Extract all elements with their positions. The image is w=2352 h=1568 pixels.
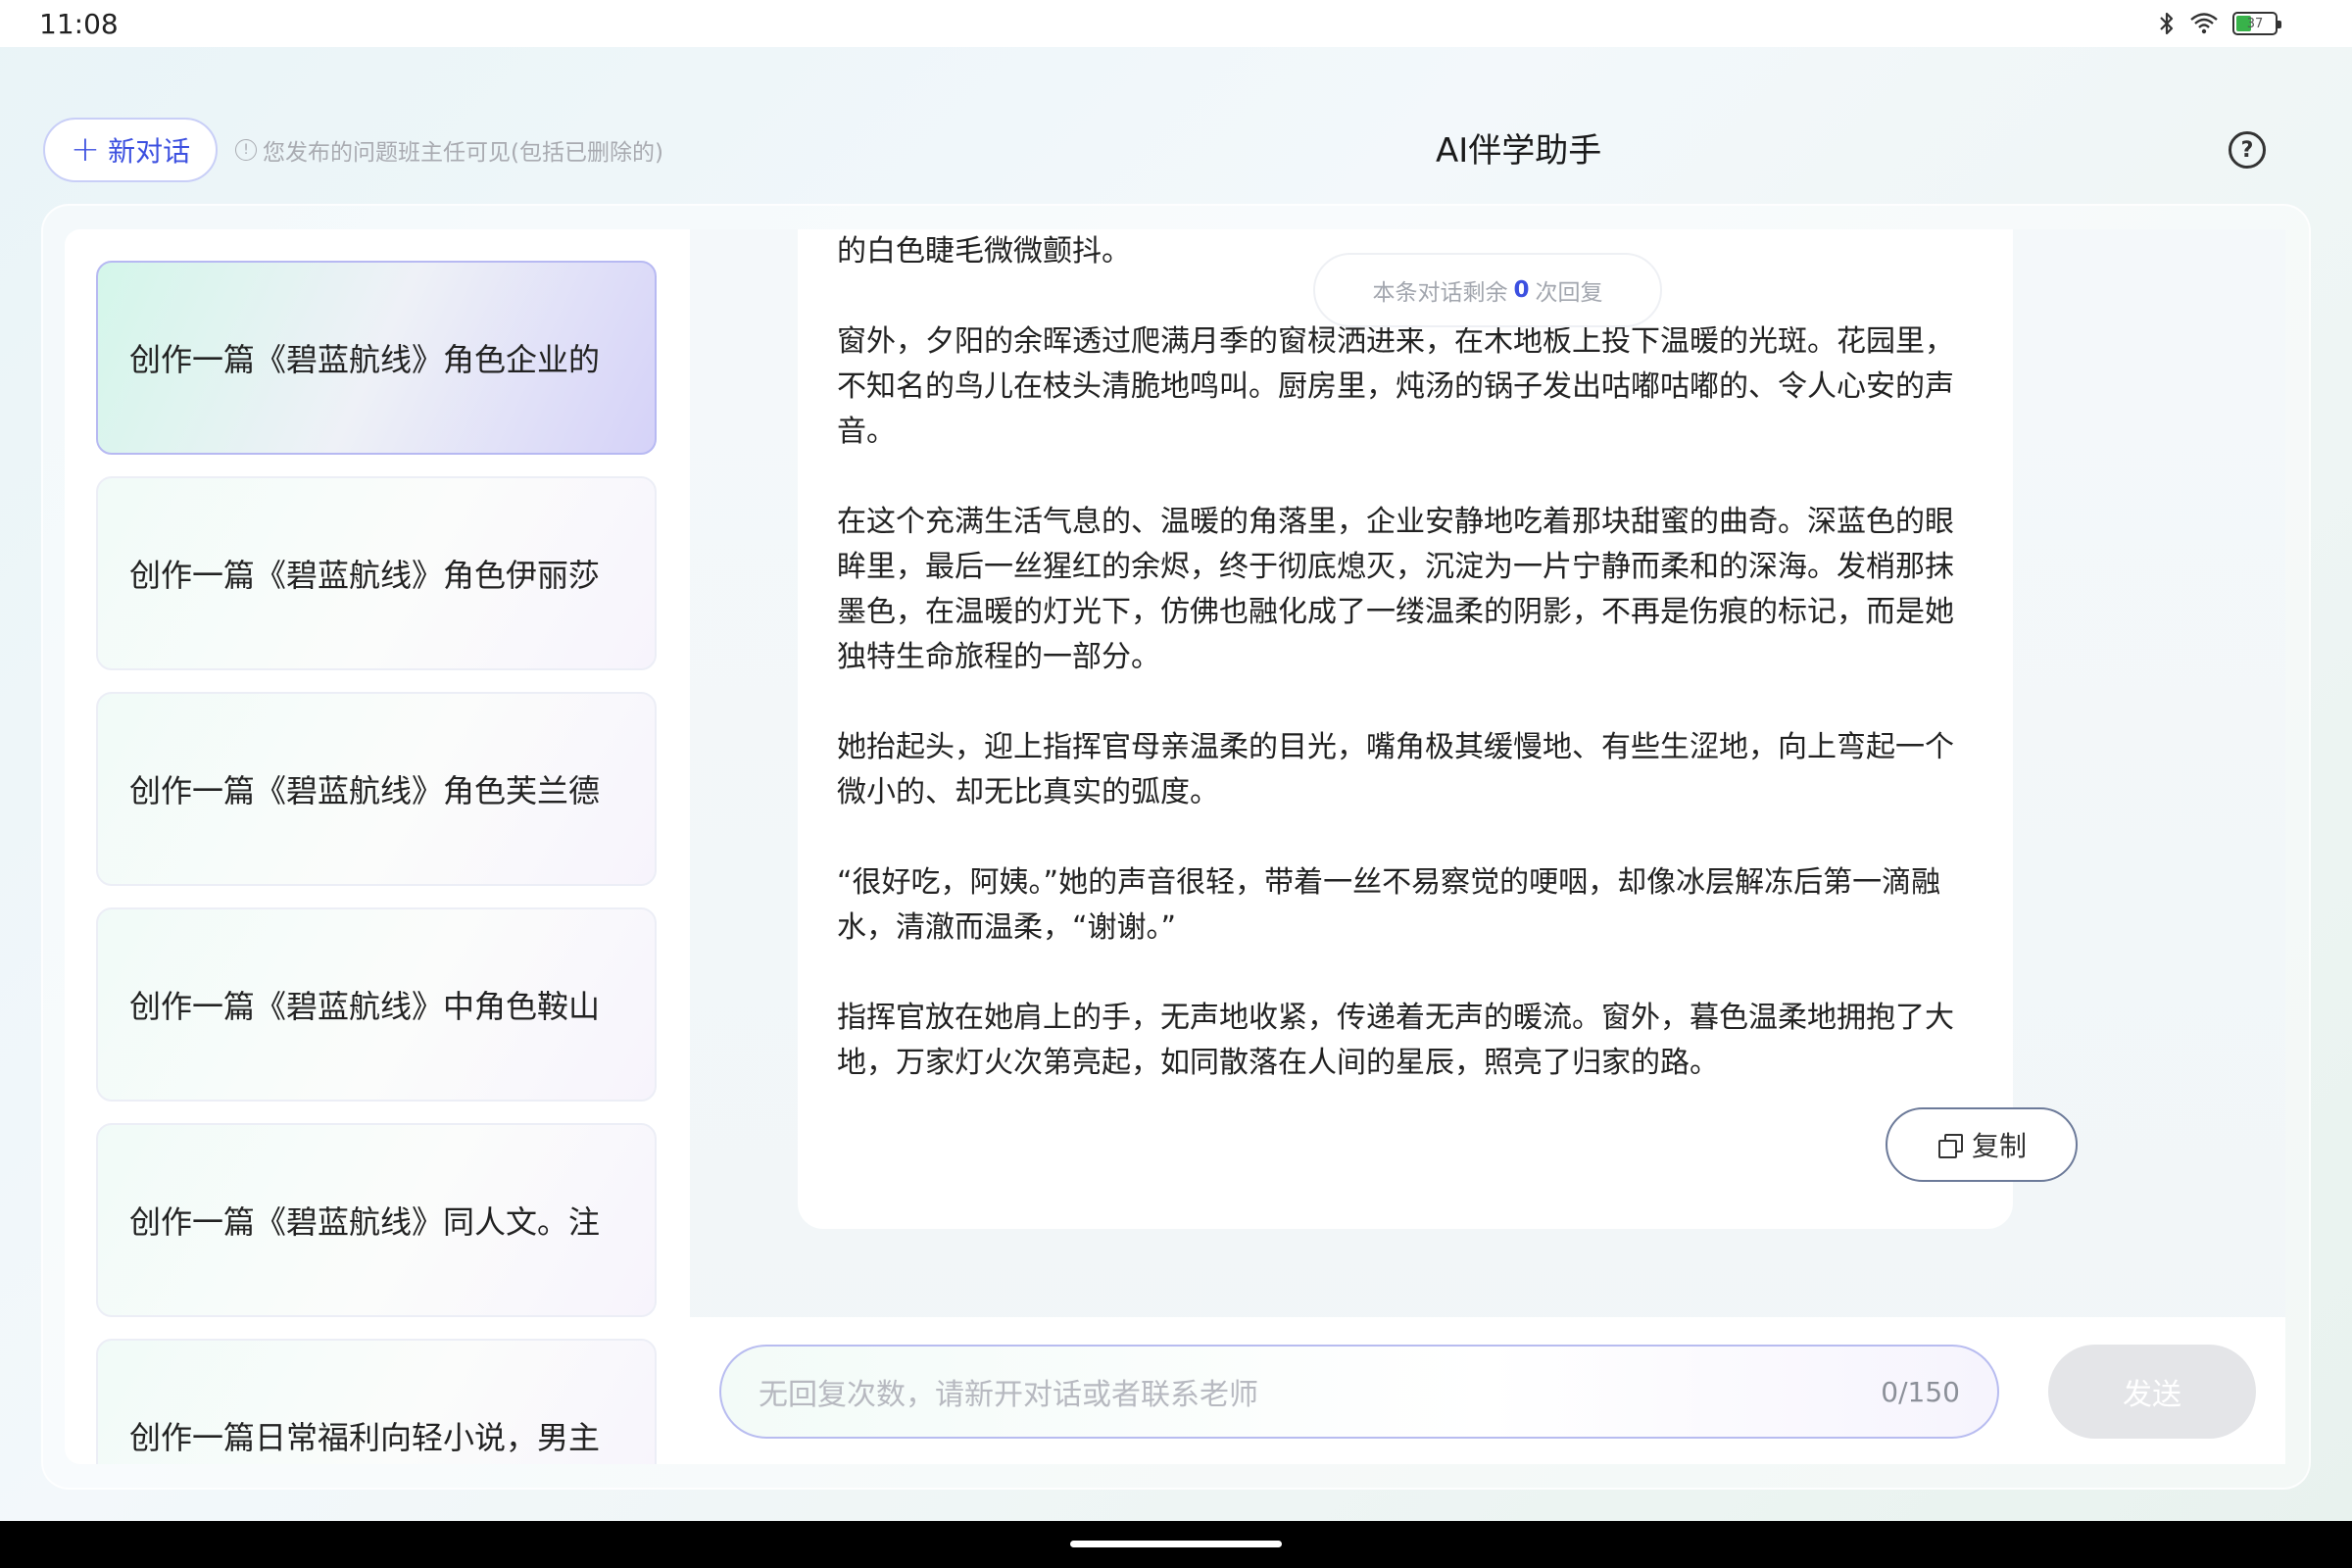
remaining-suffix: 次回复 (1535, 280, 1603, 306)
char-count: 0/150 (1881, 1375, 1960, 1408)
visibility-notice-text: 您发布的问题班主任可见(包括已删除的) (263, 140, 663, 166)
remaining-prefix: 本条对话剩余 (1372, 280, 1508, 306)
conversation-title: 创作一篇《碧蓝航线》角色企业的 (129, 341, 601, 378)
conversation-list: 创作一篇《碧蓝航线》角色企业的 创作一篇《碧蓝航线》角色伊丽莎 创作一篇《碧蓝航… (96, 261, 657, 1464)
wifi-icon (2190, 13, 2218, 34)
copy-icon (1936, 1132, 1963, 1158)
message-paragraph: 窗外，夕阳的余晖透过爬满月季的窗棂洒进来，在木地板上投下温暖的光斑。花园里，不知… (837, 324, 1954, 449)
copy-label: 复制 (1971, 1130, 2027, 1162)
message-paragraph: 指挥官放在她肩上的手，无声地收紧，传递着无声的暖流。窗外，暮色温柔地拥抱了大地，… (837, 1001, 1954, 1080)
battery-icon: 37 (2232, 12, 2281, 35)
page-title: AI伴学助手 (1436, 131, 1602, 171)
status-time: 11:08 (39, 8, 119, 40)
conversation-item[interactable]: 创作一篇《碧蓝航线》角色企业的 (96, 261, 657, 455)
message-paragraph: “很好吃，阿姨。”她的声音很轻，带着一丝不易察觉的哽咽，却像冰层解冻后第一滴融水… (837, 865, 1941, 945)
status-bar: 11:08 37 (0, 0, 2352, 47)
plus-icon: + (70, 129, 101, 170)
help-icon[interactable]: ? (2229, 131, 2266, 169)
conversation-title: 创作一篇《碧蓝航线》角色芙兰德 (129, 772, 601, 809)
conversation-item[interactable]: 创作一篇日常福利向轻小说，男主 (96, 1339, 657, 1464)
home-indicator[interactable] (1070, 1541, 1282, 1547)
conversation-sidebar: 创作一篇《碧蓝航线》角色企业的 创作一篇《碧蓝航线》角色伊丽莎 创作一篇《碧蓝航… (65, 229, 690, 1464)
message-paragraph: 在这个充满生活气息的、温暖的角落里，企业安静地吃着那块甜蜜的曲奇。深蓝色的眼眸里… (837, 505, 1954, 674)
battery-level: 37 (2246, 16, 2264, 31)
message-input[interactable]: 无回复次数，请新开对话或者联系老师 0/150 (719, 1345, 1999, 1439)
new-chat-button[interactable]: + 新对话 (43, 118, 218, 182)
chat-area: 复制 的白色睫毛微微颤抖。 窗外，夕阳的余晖透过爬满月季的窗棂洒进来，在木地板上… (690, 229, 2285, 1464)
input-bar: 无回复次数，请新开对话或者联系老师 0/150 发送 (690, 1317, 2285, 1464)
info-icon: ! (235, 139, 257, 161)
send-button[interactable]: 发送 (2048, 1345, 2256, 1439)
conversation-title: 创作一篇《碧蓝航线》中角色鞍山 (129, 988, 601, 1025)
remaining-replies-badge: 本条对话剩余 0 次回复 (1313, 253, 1662, 327)
message-paragraph: 她抬起头，迎上指挥官母亲温柔的目光，嘴角极其缓慢地、有些生涩地，向上弯起一个微小… (837, 730, 1954, 809)
conversation-title: 创作一篇日常福利向轻小说，男主 (129, 1419, 601, 1456)
conversation-item[interactable]: 创作一篇《碧蓝航线》角色芙兰德 (96, 692, 657, 886)
bluetooth-icon (2160, 12, 2174, 35)
conversation-item[interactable]: 创作一篇《碧蓝航线》角色伊丽莎 (96, 476, 657, 670)
new-chat-label: 新对话 (108, 135, 191, 168)
conversation-title: 创作一篇《碧蓝航线》角色伊丽莎 (129, 557, 601, 594)
remaining-count: 0 (1513, 277, 1530, 303)
conversation-title: 创作一篇《碧蓝航线》同人文。注 (129, 1203, 601, 1241)
visibility-notice: ! 您发布的问题班主任可见(包括已删除的) (235, 133, 663, 167)
ai-message-text: 的白色睫毛微微颤抖。 窗外，夕阳的余晖透过爬满月季的窗棂洒进来，在木地板上投下温… (837, 229, 1974, 1131)
conversation-item[interactable]: 创作一篇《碧蓝航线》中角色鞍山 (96, 907, 657, 1102)
message-input-placeholder: 无回复次数，请新开对话或者联系老师 (759, 1378, 1258, 1412)
conversation-item[interactable]: 创作一篇《碧蓝航线》同人文。注 (96, 1123, 657, 1317)
status-icons: 37 (2158, 10, 2281, 37)
